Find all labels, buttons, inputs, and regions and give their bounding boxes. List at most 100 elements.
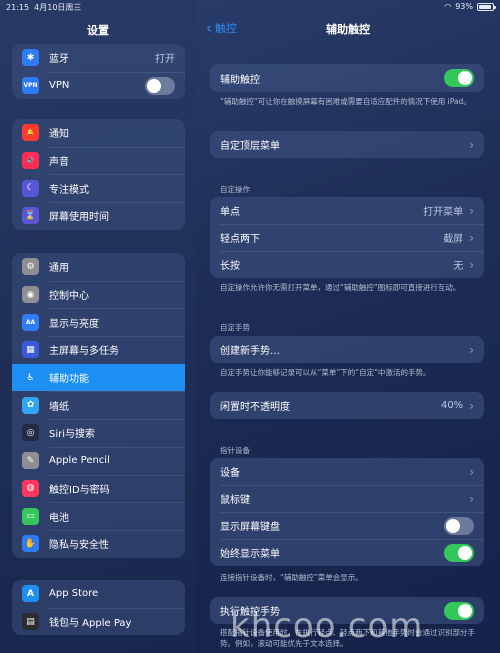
action-value: 打开菜单 xyxy=(423,207,464,218)
sidebar-item-label: 电池 xyxy=(49,512,69,524)
onscreen-keyboard-toggle[interactable] xyxy=(444,516,474,535)
sidebar-item-icon: ▭ xyxy=(22,507,39,525)
sidebar-item[interactable]: ◍ 触控ID与密码 xyxy=(12,474,185,503)
action-row-single-tap[interactable]: 单点 打开菜单 › xyxy=(210,197,484,224)
sidebar-item[interactable]: AA 显示与亮度 xyxy=(12,308,185,336)
sidebar-item-label: App Store xyxy=(49,588,99,600)
idle-opacity-row[interactable]: 闲置时不透明度 40% › xyxy=(210,392,484,419)
chevron-right-icon: › xyxy=(469,230,474,245)
sidebar-item-icon: 🔊 xyxy=(22,152,39,170)
vpn-toggle[interactable] xyxy=(145,76,175,95)
status-time: 21:15 xyxy=(6,3,30,12)
sidebar-item[interactable]: ✋ 隐私与安全性 xyxy=(12,529,185,558)
sidebar-item-icon: ⚙ xyxy=(22,258,39,276)
sidebar-item-label: 专注模式 xyxy=(49,184,89,196)
action-row-long-press[interactable]: 长按 无 › xyxy=(210,251,484,278)
sidebar-item[interactable]: ▦ 主屏幕与多任务 xyxy=(12,336,185,364)
idle-opacity-card: 闲置时不透明度 40% › xyxy=(210,392,484,419)
sidebar-title: 设置 xyxy=(87,24,109,37)
customize-top-menu-row[interactable]: 自定顶层菜单 › xyxy=(210,131,484,158)
sidebar-item-label: 屏幕使用时间 xyxy=(49,212,109,224)
always-show-menu-toggle[interactable] xyxy=(444,543,474,562)
sidebar-item-label: 主屏幕与多任务 xyxy=(49,346,119,358)
sidebar-item[interactable]: A App Store xyxy=(12,580,185,608)
sidebar-item-icon: 🔔 xyxy=(22,124,39,142)
sidebar-item[interactable]: ▭ 电池 xyxy=(12,502,185,530)
sidebar-item-label: 通用 xyxy=(49,263,69,275)
pointer-devices-note: 连接指针设备时，“辅助触控”菜单会显示。 xyxy=(220,573,363,582)
assistive-touch-toggle[interactable] xyxy=(444,69,474,87)
custom-actions-note: 自定操作允许你无需打开菜单，通过“辅助触控”图标即可直接进行互动。 xyxy=(220,283,461,292)
top-menu-card: 自定顶层菜单 › xyxy=(210,131,484,158)
sidebar-item-icon: ☾ xyxy=(22,179,39,197)
chevron-right-icon: › xyxy=(469,398,474,413)
action-value: 截屏 xyxy=(443,234,464,245)
action-value: 无 xyxy=(453,261,464,272)
assistive-touch-label: 辅助触控 xyxy=(220,74,260,86)
pointer-row-mouse-keys[interactable]: 鼠标键 › xyxy=(210,485,484,512)
sidebar-item-label: 墙纸 xyxy=(49,401,69,413)
sidebar-item-icon: VPN xyxy=(22,77,39,95)
sidebar-item-icon: ◎ xyxy=(22,424,39,442)
custom-gestures-card: 创建新手势… › xyxy=(210,336,484,363)
pointer-devices-card: 设备 › 鼠标键 › 显示屏幕键盘 始终显示菜单 xyxy=(210,458,484,566)
sidebar-item-label: 显示与亮度 xyxy=(49,318,99,330)
sidebar-item[interactable]: ☾ 专注模式 xyxy=(12,174,185,202)
sidebar-item-label: 控制中心 xyxy=(49,291,89,303)
sidebar-item-label: 声音 xyxy=(49,157,69,169)
sidebar-item[interactable]: VPN VPN xyxy=(12,71,185,100)
sidebar-item-label: Siri与搜索 xyxy=(49,429,96,441)
pointer-label: 显示屏幕键盘 xyxy=(220,522,280,533)
sidebar-item-label: 蓝牙 xyxy=(49,54,69,66)
pointer-row-devices[interactable]: 设备 › xyxy=(210,458,484,485)
customize-top-menu-label: 自定顶层菜单 xyxy=(220,141,280,152)
status-bar: 21:15 4月10日周三 ◠ 93% xyxy=(0,0,500,14)
sidebar-item[interactable]: 🔊 声音 xyxy=(12,146,185,175)
sidebar-item[interactable]: ⌛ 屏幕使用时间 xyxy=(12,202,185,230)
settings-sidebar: 设置 ✱ 蓝牙 打开 VPN VPN 🔔 通知 🔊 声音 ☾ 专注模式 ⌛ 屏幕使用时间 ⚙ 通用 ◉ 控制中心… xyxy=(0,0,196,653)
assistive-touch-row: 辅助触控 xyxy=(210,64,484,92)
action-row-double-tap[interactable]: 轻点两下 截屏 › xyxy=(210,224,484,251)
pointer-row-onscreen-keyboard: 显示屏幕键盘 xyxy=(210,512,484,539)
chevron-right-icon: › xyxy=(469,203,474,218)
pointer-row-always-show-menu: 始终显示菜单 xyxy=(210,539,484,566)
sidebar-item-label: 触控ID与密码 xyxy=(49,484,110,496)
sidebar-item[interactable]: 🔔 通知 xyxy=(12,119,185,147)
sidebar-group: ⚙ 通用 ◉ 控制中心 AA 显示与亮度 ▦ 主屏幕与多任务 ♿ 辅助功能 ✿ 墙纸 ◎ Siri与搜索 ✎… xyxy=(12,253,185,558)
watermark: khcoo.com xyxy=(230,606,424,646)
sidebar-item-icon: ▦ xyxy=(22,341,39,359)
sidebar-item-icon: ◍ xyxy=(22,479,39,497)
sidebar-item[interactable]: ✱ 蓝牙 打开 xyxy=(12,44,185,72)
sidebar-item-icon: ⌛ xyxy=(22,207,39,225)
pointer-label: 设备 xyxy=(220,468,240,479)
sidebar-group: 🔔 通知 🔊 声音 ☾ 专注模式 ⌛ 屏幕使用时间 xyxy=(12,119,185,230)
battery-fill xyxy=(479,4,492,9)
pointer-label: 始终显示菜单 xyxy=(220,549,280,560)
sidebar-item[interactable]: ⚙ 通用 xyxy=(12,253,185,281)
sidebar-item-icon: ◉ xyxy=(22,286,39,304)
create-gesture-row[interactable]: 创建新手势… › xyxy=(210,336,484,363)
sidebar-item[interactable]: ◎ Siri与搜索 xyxy=(12,419,185,447)
idle-opacity-value: 40% xyxy=(440,400,464,411)
nav-bar: ‹ 触控 辅助触控 xyxy=(196,20,500,38)
sidebar-item[interactable]: ✎ Apple Pencil xyxy=(12,446,185,475)
toggle-knob xyxy=(446,518,460,533)
sidebar-item[interactable]: ◉ 控制中心 xyxy=(12,280,185,309)
custom-actions-card: 单点 打开菜单 › 轻点两下 截屏 › 长按 无 › xyxy=(210,197,484,278)
battery-icon xyxy=(477,2,496,11)
sidebar-item[interactable]: ✿ 墙纸 xyxy=(12,391,185,419)
perform-touch-toggle[interactable] xyxy=(444,601,474,620)
sidebar-item[interactable]: ▤ 钱包与 Apple Pay xyxy=(12,607,185,636)
status-time-date: 21:15 4月10日周三 xyxy=(6,2,81,13)
assistive-touch-panel: ‹ 触控 辅助触控 辅助触控 “辅助触控”可让你在触摸屏幕有困难或需要自适应配件… xyxy=(196,0,500,653)
toggle-knob xyxy=(458,603,472,618)
sidebar-item-icon: ✿ xyxy=(22,396,39,414)
sidebar-item-icon: ✋ xyxy=(22,535,39,553)
sidebar-item-label: 钱包与 Apple Pay xyxy=(49,618,132,630)
custom-gestures-note: 自定手势让你能够记录可以从“菜单”下的“自定”中激活的手势。 xyxy=(220,368,431,377)
toggle-knob xyxy=(458,545,472,560)
sidebar-item-icon: ♿ xyxy=(22,369,39,387)
chevron-right-icon: › xyxy=(469,137,474,152)
assistive-touch-card: 辅助触控 xyxy=(210,64,484,92)
sidebar-item[interactable]: ♿ 辅助功能 xyxy=(12,363,185,392)
